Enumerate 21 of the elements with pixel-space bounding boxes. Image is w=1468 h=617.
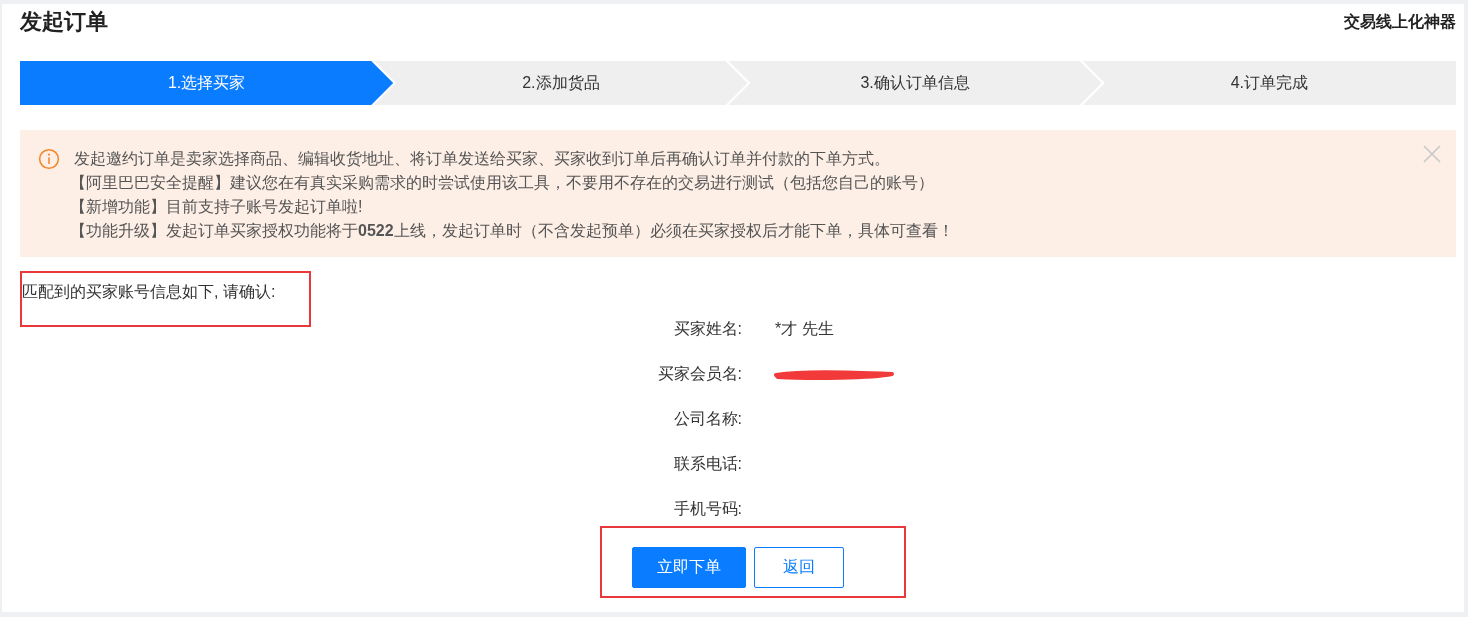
info-icon (38, 148, 60, 170)
prompt-text: 匹配到的买家账号信息如下, 请确认: (22, 283, 276, 300)
field-label: 公司名称: (672, 409, 742, 429)
step-tab[interactable]: 3.确认订单信息 (728, 61, 1102, 105)
field-label: 买家会员名: (656, 364, 742, 384)
step-tab[interactable]: 1.选择买家 (20, 61, 394, 105)
page-title: 发起订单 (20, 8, 108, 36)
field-value: *才 先生 (775, 319, 834, 339)
notice-text: 【阿里巴巴安全提醒】建议您在有真实采购需求的时尝试使用该工具，不要用不存在的交易进行测试（包括您自己的账号） (70, 173, 935, 193)
step-tab[interactable]: 2.添加货品 (374, 61, 748, 105)
step-tab[interactable]: 4.订单完成 (1082, 61, 1456, 105)
notice-text: 【新增功能】目前支持子账号发起订单啦! (70, 197, 364, 217)
field-label: 手机号码: (672, 499, 742, 519)
back-button[interactable]: 返回 (754, 547, 844, 588)
order-button[interactable]: 立即下单 (632, 547, 746, 588)
close-icon[interactable] (1422, 144, 1442, 164)
tagline: 交易线上化神器 (1344, 11, 1456, 32)
field-label: 联系电话: (672, 454, 742, 474)
notice-text: 发起邀约订单是卖家选择商品、编辑收货地址、将订单发送给买家、买家收到订单后再确认订单并付款的下单方式。 (74, 149, 891, 169)
notice-text: 【功能升级】发起订单买家授权功能将于0522上线，发起订单时（不含发起预单）必须在买家授权后才能下单，具体可查看！ (70, 221, 955, 241)
field-label: 买家姓名: (672, 319, 742, 339)
